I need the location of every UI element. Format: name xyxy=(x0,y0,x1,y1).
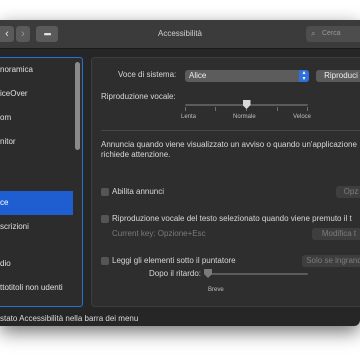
pointer-checkbox[interactable] xyxy=(101,257,109,265)
sidebar-item-voiceover[interactable]: iceOver xyxy=(0,82,73,106)
speech-panel: Voce di sistema: Alice ▴ ▾ Riproduci Ripr… xyxy=(91,57,360,307)
delay-slider-track[interactable] xyxy=(208,273,308,275)
announce-description: Annuncia quando viene visualizzato un av… xyxy=(101,140,357,149)
rate-label: Riproduzione vocale: xyxy=(101,92,176,101)
sidebar-item-sottotitoli[interactable]: ttotitoli non udenti xyxy=(0,276,73,300)
pointer-checkbox-label: Leggi gli elementi sotto il puntatore xyxy=(112,256,236,265)
search-placeholder: Cerca xyxy=(322,30,341,37)
selected-text-checkbox[interactable] xyxy=(101,215,109,223)
delay-slider-thumb[interactable] xyxy=(204,269,212,278)
announce-description-2: richiede attenzione. xyxy=(101,150,171,159)
sidebar[interactable]: noramica iceOver om nitor ce scrizioni d… xyxy=(0,57,83,307)
sidebar-item-zoom[interactable]: om xyxy=(0,106,73,130)
delay-label: Dopo il ritardo: xyxy=(149,269,202,278)
back-button[interactable]: ‹ xyxy=(0,26,14,42)
announce-checkbox[interactable] xyxy=(101,188,109,196)
sidebar-item-monitor[interactable]: nitor xyxy=(0,130,73,154)
current-key-label: Current key: Opzione+Esc xyxy=(112,229,206,238)
rate-slow-label: Lenta xyxy=(181,114,197,120)
sidebar-item-voce[interactable]: ce xyxy=(0,191,73,215)
search-field[interactable]: ⌕ Cerca xyxy=(306,26,360,42)
sidebar-item-audio[interactable]: dio xyxy=(0,252,73,276)
voice-label: Voce di sistema: xyxy=(118,70,177,79)
selected-text-label: Riproduzione vocale del testo selezionat… xyxy=(112,214,352,223)
rate-tick xyxy=(215,107,216,111)
change-key-button[interactable]: Modifica t xyxy=(312,228,360,240)
voice-value: Alice xyxy=(189,71,207,80)
magnifier-icon: ⌕ xyxy=(311,29,316,38)
rate-tick xyxy=(277,107,278,111)
preferences-window: ‹ › ▪▪▪ Accessibilità ⌕ Cerca noramica i… xyxy=(0,20,360,326)
announce-checkbox-label: Abilita annunci xyxy=(112,187,165,196)
grid-icon: ▪▪▪ xyxy=(43,29,52,39)
rate-slider-thumb[interactable] xyxy=(242,100,251,109)
pointer-mode-dropdown[interactable]: Solo se ingrand xyxy=(302,255,360,267)
rate-tick xyxy=(185,107,186,111)
menu-bar-status-label: stato Accessibilità nella barra dei menu xyxy=(0,314,139,323)
rate-tick xyxy=(307,107,308,111)
sidebar-scrollbar[interactable] xyxy=(75,62,80,150)
window-title: Accessibilità xyxy=(157,29,202,38)
delay-short-label: Breve xyxy=(208,287,224,293)
rate-normal-label: Normale xyxy=(233,114,256,120)
play-button[interactable]: Riproduci xyxy=(316,70,360,82)
sidebar-item-descrizioni[interactable]: scrizioni xyxy=(0,215,73,239)
rate-fast-label: Veloce xyxy=(293,114,312,120)
title-bar: ‹ › ▪▪▪ Accessibilità ⌕ Cerca xyxy=(0,20,360,49)
announce-options-button[interactable]: Opz xyxy=(336,186,360,198)
sidebar-item-panoramica[interactable]: noramica xyxy=(0,58,73,82)
show-all-button[interactable]: ▪▪▪ xyxy=(36,26,58,42)
forward-button[interactable]: › xyxy=(16,26,30,42)
divider xyxy=(101,130,360,131)
up-down-chevron-icon: ▴ ▾ xyxy=(299,70,309,82)
voice-popup[interactable]: Alice ▴ ▾ xyxy=(185,70,309,82)
